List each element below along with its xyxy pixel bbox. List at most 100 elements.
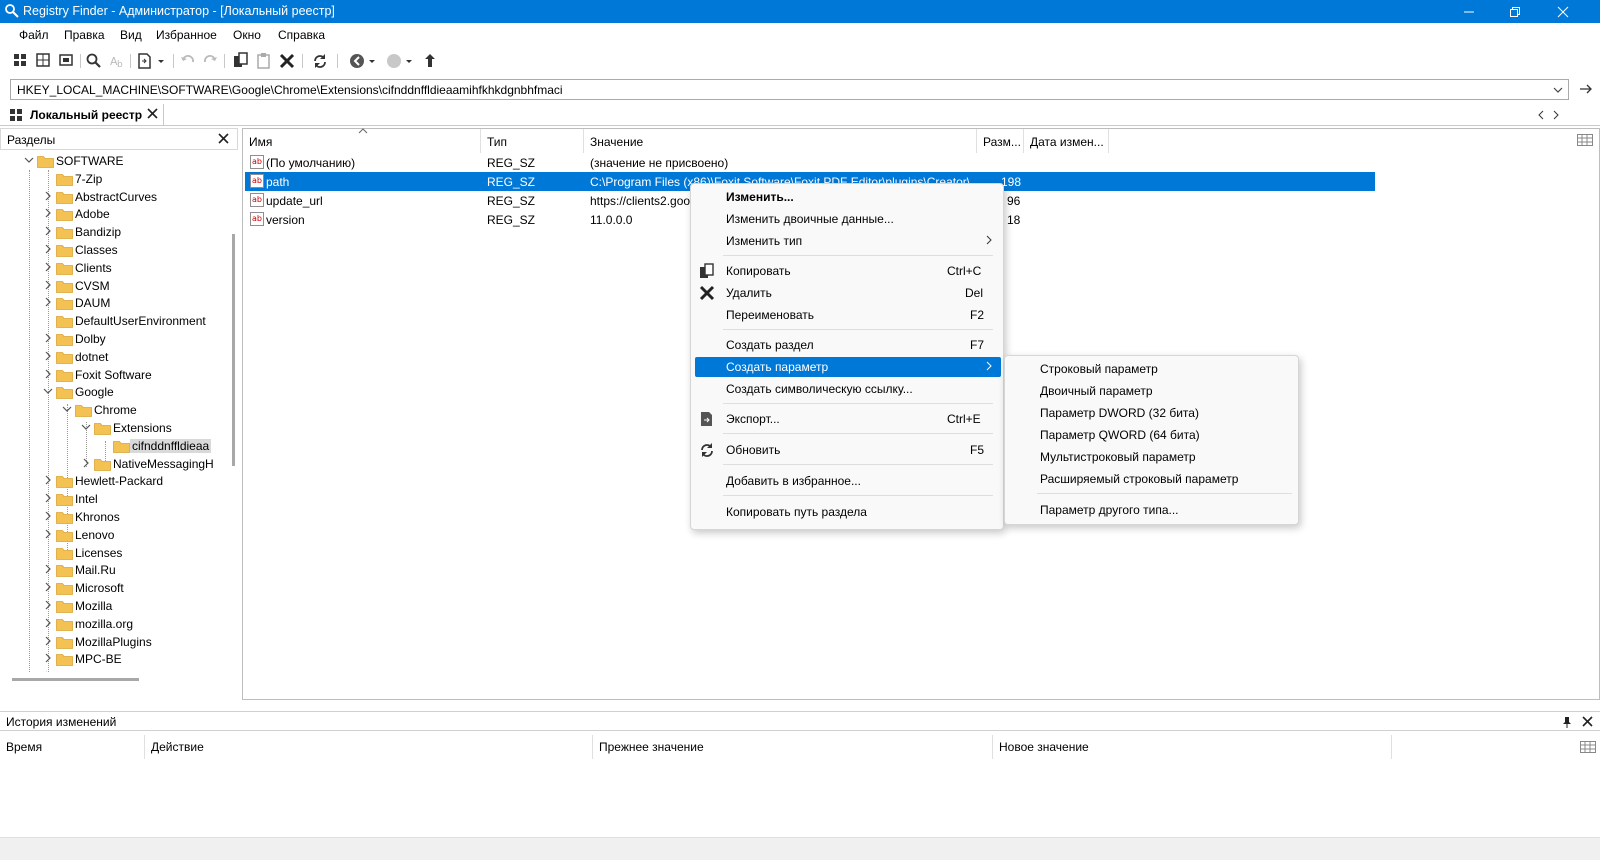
menu-item-export[interactable]: Экспорт... Ctrl+E — [695, 409, 999, 429]
submenu-other-type-value[interactable]: Параметр другого типа... — [1009, 500, 1294, 520]
column-type[interactable]: Тип — [481, 129, 584, 153]
expand-icon[interactable] — [43, 493, 53, 503]
column-chooser-icon[interactable] — [1580, 741, 1596, 753]
collapse-icon[interactable] — [24, 155, 34, 165]
pin-icon[interactable] — [1561, 716, 1573, 728]
history-column-time[interactable]: Время — [0, 735, 145, 759]
find-button[interactable] — [85, 52, 103, 70]
expand-icon[interactable] — [43, 671, 53, 672]
menu-item-change-type[interactable]: Изменить тип — [695, 231, 999, 251]
expand-icon[interactable] — [43, 618, 53, 628]
registry-button[interactable] — [35, 52, 53, 70]
history-column-old-value[interactable]: Прежнее значение — [593, 735, 993, 759]
close-pane-icon[interactable] — [1582, 716, 1593, 727]
expand-icon[interactable] — [43, 244, 53, 254]
menu-file[interactable]: Файл — [19, 28, 49, 42]
expand-icon[interactable] — [43, 208, 53, 218]
expand-icon[interactable] — [43, 226, 53, 236]
paste-button[interactable] — [255, 52, 273, 70]
submenu-expandable-string-value[interactable]: Расширяемый строковый параметр — [1009, 469, 1294, 489]
expand-icon[interactable] — [43, 636, 53, 646]
expand-icon[interactable] — [43, 653, 53, 663]
close-pane-icon[interactable] — [218, 133, 229, 144]
refresh-button[interactable] — [311, 52, 329, 70]
export-dropdown[interactable] — [156, 52, 166, 70]
menu-item-copy-key-path[interactable]: Копировать путь раздела — [695, 502, 999, 522]
delete-button[interactable] — [278, 52, 296, 70]
menu-item-create-key[interactable]: Создать раздел F7 — [695, 335, 999, 355]
menu-item-modify-binary[interactable]: Изменить двоичные данные... — [695, 209, 999, 229]
expand-icon[interactable] — [43, 564, 53, 574]
go-arrow-icon[interactable] — [1578, 81, 1594, 97]
chevron-down-icon[interactable] — [1550, 82, 1566, 98]
menu-item-create-value[interactable]: Создать параметр — [695, 357, 1001, 377]
expand-icon[interactable] — [43, 529, 53, 539]
menu-item-add-favorite[interactable]: Добавить в избранное... — [695, 471, 999, 491]
forward-dropdown[interactable] — [404, 52, 414, 70]
collapse-icon[interactable] — [81, 422, 91, 432]
title-bar[interactable]: Registry Finder - Администратор - [Локал… — [0, 0, 1600, 23]
submenu-qword-value[interactable]: Параметр QWORD (64 бита) — [1009, 425, 1294, 445]
minimize-button[interactable] — [1446, 0, 1492, 23]
menu-view[interactable]: Вид — [120, 28, 142, 42]
column-size[interactable]: Разм... — [977, 129, 1024, 153]
expand-icon[interactable] — [43, 600, 53, 610]
expand-icon[interactable] — [43, 262, 53, 272]
expand-icon[interactable] — [43, 582, 53, 592]
tab-local-registry[interactable]: Локальный реестр — [6, 104, 164, 126]
tree-vertical-scrollbar[interactable] — [229, 152, 238, 700]
submenu-binary-value[interactable]: Двоичный параметр — [1009, 381, 1294, 401]
tree-horizontal-scrollbar[interactable] — [12, 676, 229, 684]
export-button[interactable] — [136, 52, 154, 70]
copy-button[interactable] — [232, 52, 250, 70]
new-window-button[interactable] — [12, 52, 30, 70]
history-column-action[interactable]: Действие — [145, 735, 593, 759]
submenu-dword-value[interactable]: Параметр DWORD (32 бита) — [1009, 403, 1294, 423]
connect-button[interactable] — [58, 52, 76, 70]
collapse-icon[interactable] — [62, 404, 72, 414]
expand-icon[interactable] — [43, 511, 53, 521]
menu-window[interactable]: Окно — [233, 28, 261, 42]
expand-icon[interactable] — [43, 280, 53, 290]
menu-item-modify[interactable]: Изменить... — [695, 187, 999, 207]
registry-tree[interactable]: SOFTWARE 7-Zip AbstractCurves Adobe Bandizip… — [12, 152, 229, 672]
value-row[interactable]: ab (По умолчанию) REG_SZ (значение не пр… — [245, 153, 1375, 172]
history-column-new-value[interactable]: Новое значение — [993, 735, 1392, 759]
menu-item-rename[interactable]: Переименовать F2 — [695, 305, 999, 325]
back-dropdown[interactable] — [367, 52, 377, 70]
menu-item-refresh[interactable]: Обновить F5 — [695, 440, 999, 460]
menu-favorites[interactable]: Избранное — [156, 28, 217, 42]
replace-button[interactable]: Ab — [108, 52, 126, 70]
undo-button[interactable] — [179, 52, 197, 70]
menu-help[interactable]: Справка — [278, 28, 325, 42]
column-name[interactable]: Имя — [243, 128, 481, 153]
submenu-string-value[interactable]: Строковый параметр — [1009, 359, 1294, 379]
up-button[interactable] — [421, 52, 439, 70]
back-button[interactable] — [348, 52, 366, 70]
forward-button[interactable] — [385, 52, 403, 70]
menu-edit[interactable]: Правка — [64, 28, 105, 42]
collapse-icon[interactable] — [43, 386, 53, 396]
expand-icon[interactable] — [43, 369, 53, 379]
column-chooser-icon[interactable] — [1577, 134, 1593, 146]
expand-icon[interactable] — [43, 297, 53, 307]
tab-scroll-right-icon[interactable] — [1551, 109, 1561, 121]
menu-item-copy[interactable]: Копировать Ctrl+C — [695, 261, 999, 281]
tab-scroll-left-icon[interactable] — [1536, 109, 1546, 121]
address-bar[interactable]: HKEY_LOCAL_MACHINE\SOFTWARE\Google\Chrom… — [10, 79, 1569, 100]
expand-icon[interactable] — [43, 351, 53, 361]
menu-item-create-symlink[interactable]: Создать символическую ссылку... — [695, 379, 999, 399]
restore-button[interactable] — [1492, 0, 1538, 23]
close-tab-icon[interactable] — [147, 108, 158, 119]
tree-node-label: Extensions — [113, 421, 172, 435]
expand-icon[interactable] — [81, 458, 91, 468]
menu-item-delete[interactable]: Удалить Del — [695, 283, 999, 303]
submenu-multistring-value[interactable]: Мультистроковый параметр — [1009, 447, 1294, 467]
column-date[interactable]: Дата измен... — [1024, 129, 1109, 153]
expand-icon[interactable] — [43, 191, 53, 201]
close-window-button[interactable] — [1540, 0, 1586, 23]
expand-icon[interactable] — [43, 475, 53, 485]
expand-icon[interactable] — [43, 333, 53, 343]
column-value[interactable]: Значение — [584, 129, 977, 153]
redo-button[interactable] — [201, 52, 219, 70]
